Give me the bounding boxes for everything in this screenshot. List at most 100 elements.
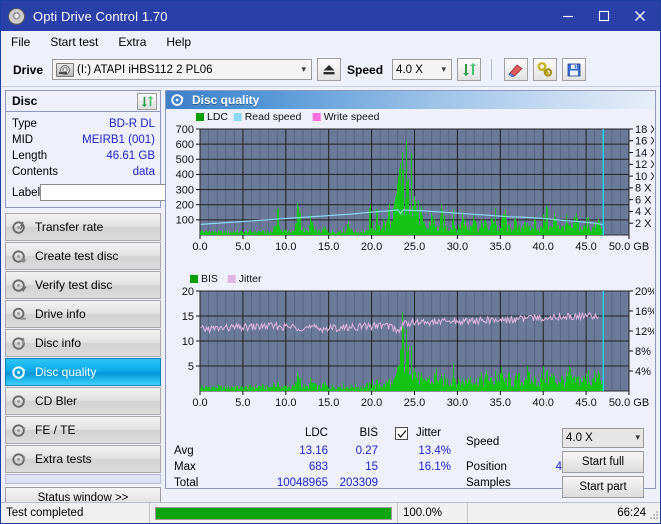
- disc-label-caption: Label: [12, 187, 40, 199]
- toolbar: Drive (I:) ATAPI iHBS112 2 PL06 ▾ Speed …: [1, 53, 660, 87]
- menu-item-help[interactable]: Help: [164, 33, 200, 51]
- svg-text:6 X: 6 X: [635, 194, 652, 206]
- disc-row-length-label: Length: [12, 150, 47, 162]
- menu-bar: File Start test Extra Help: [1, 31, 660, 53]
- stats-avg-bis: 0.27: [316, 445, 378, 457]
- ldc-chart[interactable]: LDCRead speedWrite speed1002003004005006…: [166, 109, 654, 269]
- nav-filler: [5, 474, 161, 484]
- svg-text:50.0 GB: 50.0 GB: [609, 241, 649, 253]
- menu-item-file[interactable]: File: [9, 33, 39, 51]
- tools-button[interactable]: [533, 58, 557, 81]
- disc-bler-icon: [12, 394, 27, 409]
- stats-speed-label: Speed: [466, 436, 499, 448]
- svg-text:5: 5: [188, 361, 194, 373]
- content-area: Disc Type BD-R DL MID M: [1, 87, 660, 489]
- stats-max-ldc: 683: [228, 461, 328, 473]
- chevron-down-icon: ▾: [439, 64, 450, 75]
- start-part-button[interactable]: Start part: [562, 476, 644, 498]
- disc-quality-header: Disc quality: [166, 91, 655, 109]
- svg-text:300: 300: [176, 184, 194, 196]
- eject-button[interactable]: [317, 58, 341, 81]
- svg-text:0.0: 0.0: [192, 397, 207, 409]
- svg-text:8%: 8%: [635, 346, 651, 358]
- speed-select[interactable]: 4.0 X ▾: [392, 59, 452, 80]
- jitter-checkbox[interactable]: [395, 427, 408, 440]
- disc-row-length: Length 46.61 GB: [12, 148, 155, 164]
- disc-row-contents-label: Contents: [12, 166, 58, 178]
- sidebar-item-label: CD Bler: [35, 394, 77, 408]
- svg-text:18 X: 18 X: [635, 124, 654, 136]
- disc-bolt-icon: [12, 220, 27, 235]
- disc-check-icon: [12, 278, 27, 293]
- status-bar: Test completed 100.0% 66:24: [1, 502, 661, 523]
- speed-label: Speed: [347, 63, 383, 77]
- sidebar-item-fe-te[interactable]: FE / TE: [5, 416, 161, 444]
- svg-text:20%: 20%: [635, 286, 654, 298]
- svg-text:200: 200: [176, 199, 194, 211]
- svg-text:0.0: 0.0: [192, 241, 207, 253]
- sidebar-item-drive-info[interactable]: Drive info: [5, 300, 161, 328]
- progress-track: [155, 507, 392, 520]
- svg-text:15.0: 15.0: [318, 241, 339, 253]
- jitter-label: Jitter: [416, 427, 441, 439]
- disc-row-type-value: BD-R DL: [109, 118, 155, 130]
- bis-jitter-chart[interactable]: BISJitter51015204%8%12%16%20%0.05.010.01…: [166, 269, 654, 424]
- disc-info-icon: [12, 307, 27, 322]
- svg-text:Write speed: Write speed: [324, 111, 380, 123]
- minimize-button[interactable]: [550, 1, 586, 31]
- menu-item-start-test[interactable]: Start test: [48, 33, 107, 51]
- svg-text:25.0: 25.0: [404, 397, 425, 409]
- save-button[interactable]: [562, 58, 586, 81]
- sidebar-item-label: Disc quality: [35, 365, 96, 379]
- close-button[interactable]: [622, 1, 658, 31]
- svg-text:35.0: 35.0: [490, 241, 511, 253]
- sidebar-item-label: Transfer rate: [35, 220, 103, 234]
- svg-text:16 X: 16 X: [635, 135, 654, 147]
- svg-text:10.0: 10.0: [275, 241, 296, 253]
- svg-text:20: 20: [182, 286, 194, 298]
- sidebar-item-label: FE / TE: [35, 423, 75, 437]
- start-full-button[interactable]: Start full: [562, 451, 644, 473]
- charts-container: LDCRead speedWrite speed1002003004005006…: [166, 109, 655, 424]
- disc-panel-title: Disc: [12, 94, 137, 108]
- svg-text:40.0: 40.0: [532, 241, 553, 253]
- refresh-icon: [141, 95, 154, 108]
- sidebar-item-label: Extra tests: [35, 452, 92, 466]
- stats-row-max: Max: [174, 461, 196, 473]
- nav-list: Transfer rate Create test disc Verify te…: [5, 213, 161, 473]
- svg-text:16%: 16%: [635, 306, 654, 318]
- test-speed-value: 4.0 X: [566, 432, 593, 444]
- sidebar-item-cd-bler[interactable]: CD Bler: [5, 387, 161, 415]
- svg-text:20.0: 20.0: [361, 241, 382, 253]
- sidebar-item-transfer-rate[interactable]: Transfer rate: [5, 213, 161, 241]
- sidebar-item-verify-test-disc[interactable]: Verify test disc: [5, 271, 161, 299]
- svg-text:10: 10: [182, 336, 194, 348]
- sidebar-item-extra-tests[interactable]: Extra tests: [5, 445, 161, 473]
- test-speed-select[interactable]: 4.0 X ▾: [562, 428, 644, 448]
- menu-item-extra[interactable]: Extra: [116, 33, 155, 51]
- svg-text:45.0: 45.0: [575, 241, 596, 253]
- svg-text:8 X: 8 X: [635, 183, 652, 195]
- refresh-button[interactable]: [457, 58, 481, 81]
- maximize-button[interactable]: [586, 1, 622, 31]
- svg-text:5.0: 5.0: [235, 397, 250, 409]
- svg-text:45.0: 45.0: [575, 397, 596, 409]
- sidebar-item-disc-quality[interactable]: Disc quality: [5, 358, 161, 386]
- sidebar-item-disc-info[interactable]: Disc info: [5, 329, 161, 357]
- disc-row-length-value: 46.61 GB: [106, 150, 155, 162]
- disc-row-mid-label: MID: [12, 134, 33, 146]
- erase-button[interactable]: [504, 58, 528, 81]
- disc-refresh-button[interactable]: [137, 93, 157, 110]
- svg-text:35.0: 35.0: [490, 397, 511, 409]
- svg-text:10.0: 10.0: [275, 397, 296, 409]
- svg-text:25.0: 25.0: [404, 241, 425, 253]
- stats-samples-label: Samples: [466, 477, 511, 489]
- svg-text:15: 15: [182, 311, 194, 323]
- drive-select[interactable]: (I:) ATAPI iHBS112 2 PL06 ▾: [52, 59, 312, 80]
- progress-bar: [149, 503, 397, 524]
- resize-grip-icon[interactable]: [648, 509, 659, 520]
- disc-quality-icon: [171, 93, 185, 107]
- sidebar-item-label: Verify test disc: [35, 278, 112, 292]
- sidebar-item-create-test-disc[interactable]: Create test disc: [5, 242, 161, 270]
- disc-panel-header: Disc: [6, 91, 160, 112]
